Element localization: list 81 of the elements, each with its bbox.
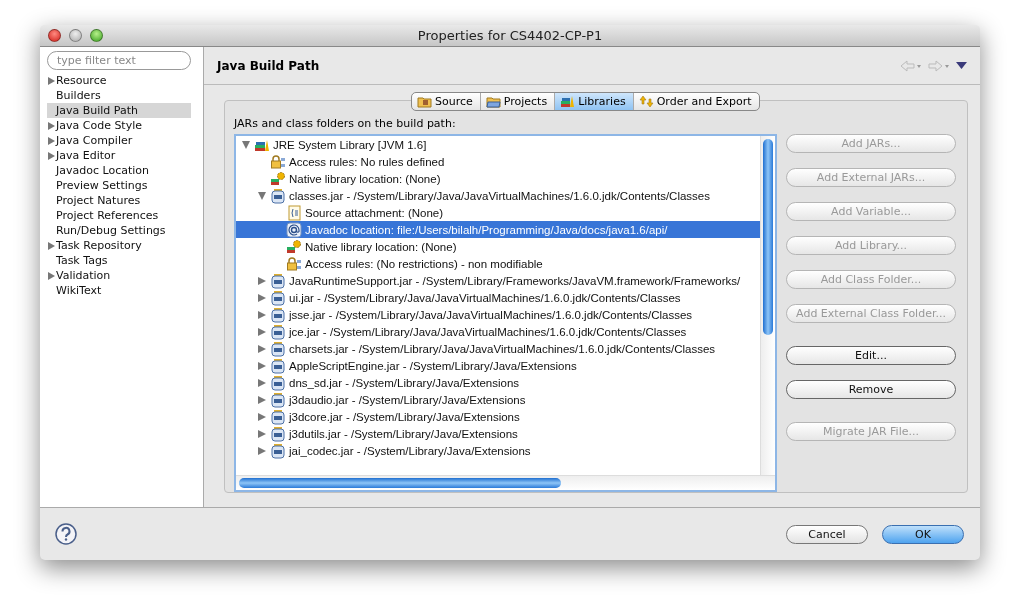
sidebar-item[interactable]: Project Natures — [47, 193, 191, 208]
jar-icon — [270, 391, 286, 408]
tree-row[interactable]: Native library location: (None) — [236, 238, 760, 255]
sidebar-item[interactable]: Task Tags — [47, 253, 191, 268]
tab[interactable]: Source — [412, 93, 480, 110]
tree-row[interactable]: jai_codec.jar - /System/Library/Java/Extensions — [236, 442, 760, 459]
tree-row[interactable]: jsse.jar - /System/Library/Java/JavaVirtualMachines/1.6.0.jdk/Contents/Classes — [236, 306, 760, 323]
expand-triangle-icon[interactable] — [48, 271, 55, 280]
tree-row[interactable]: Access rules: (No restrictions) - non modifiable — [236, 255, 760, 272]
horizontal-scrollbar[interactable] — [236, 475, 775, 490]
expand-triangle-icon[interactable] — [48, 76, 55, 85]
sidebar-item[interactable]: Builders — [47, 88, 191, 103]
tab[interactable]: Libraries — [554, 93, 633, 110]
jar-icon — [270, 340, 286, 357]
dialog-button[interactable]: Cancel — [786, 524, 868, 544]
jar-icon — [270, 272, 286, 289]
tree-row[interactable]: Source attachment: (None) — [236, 204, 760, 221]
tree-row[interactable]: AppleScriptEngine.jar - /System/Library/Java/Extensions — [236, 357, 760, 374]
tree-row[interactable]: Javadoc location: file:/Users/bilalh/Programming/Java/docs/java1.6/api/ — [236, 221, 760, 238]
zoom-button[interactable] — [90, 29, 103, 42]
folder-icon — [485, 95, 501, 108]
expand-triangle-icon[interactable] — [48, 241, 55, 250]
tree-row[interactable]: ui.jar - /System/Library/Java/JavaVirtualMachines/1.6.0.jdk/Contents/Classes — [236, 289, 760, 306]
close-button[interactable] — [48, 29, 61, 42]
tree-row[interactable]: JavaRuntimeSupport.jar - /System/Library/Frameworks/JavaVM.framework/Frameworks/ — [236, 272, 760, 289]
sidebar-item[interactable]: Run/Debug Settings — [47, 223, 191, 238]
tree-row[interactable]: jce.jar - /System/Library/Java/JavaVirtualMachines/1.6.0.jdk/Contents/Classes — [236, 323, 760, 340]
help-icon[interactable] — [55, 523, 77, 545]
tab[interactable]: Order and Export — [632, 93, 759, 110]
sidebar-item[interactable]: Task Repository — [47, 238, 191, 253]
jar-icon — [270, 187, 286, 204]
gear-books-icon — [270, 170, 286, 187]
sidebar-item[interactable]: Java Code Style — [47, 118, 191, 133]
filter-field[interactable]: type filter text — [47, 51, 191, 70]
sidebar-item[interactable]: Project References — [47, 208, 191, 223]
sidebar-item[interactable]: Javadoc Location — [47, 163, 191, 178]
jar-icon — [270, 323, 286, 340]
minimize-button[interactable] — [69, 29, 82, 42]
tree-row[interactable]: j3dutils.jar - /System/Library/Java/Extensions — [236, 425, 760, 442]
sidebar-item[interactable]: Java Editor — [47, 148, 191, 163]
dialog-button[interactable]: OK — [882, 524, 964, 544]
tree-row[interactable]: Native library location: (None) — [236, 170, 760, 187]
sidebar-item[interactable]: Java Build Path — [47, 103, 191, 118]
tab[interactable]: Projects — [479, 93, 555, 110]
jar-icon — [270, 357, 286, 374]
padlock-icon — [270, 153, 286, 170]
package-folder-icon — [417, 95, 432, 108]
sidebar-item[interactable]: Preview Settings — [47, 178, 191, 193]
tree-row[interactable]: JRE System Library [JVM 1.6] — [236, 136, 760, 153]
expand-triangle-icon[interactable] — [48, 151, 55, 160]
tree-row[interactable]: Access rules: No rules defined — [236, 153, 760, 170]
sidebar-item[interactable]: Java Compiler — [47, 133, 191, 148]
jar-icon — [270, 442, 286, 459]
document-icon — [286, 204, 302, 221]
window-title: Properties for CS4402-CP-P1 — [416, 28, 604, 43]
sidebar-item[interactable]: WikiText — [47, 283, 191, 298]
jar-icon — [270, 306, 286, 323]
at-sign-icon — [286, 221, 302, 238]
tree-row[interactable]: dns_sd.jar - /System/Library/Java/Extensions — [236, 374, 760, 391]
gear-books-icon — [286, 238, 302, 255]
tree-row[interactable]: j3daudio.jar - /System/Library/Java/Extensions — [236, 391, 760, 408]
tree-label: JARs and class folders on the build path: — [234, 117, 457, 131]
up-down-arrows-icon — [638, 95, 654, 108]
expand-triangle-icon[interactable] — [48, 136, 55, 145]
tree-row[interactable]: j3dcore.jar - /System/Library/Java/Extensions — [236, 408, 760, 425]
vertical-scrollbar[interactable] — [760, 136, 775, 475]
jar-icon — [270, 425, 286, 442]
padlock-icon — [286, 255, 302, 272]
sidebar-item[interactable]: Resource — [47, 73, 191, 88]
tree-row[interactable]: charsets.jar - /System/Library/Java/JavaVirtualMachines/1.6.0.jdk/Contents/Classes — [236, 340, 760, 357]
expand-triangle-icon[interactable] — [48, 121, 55, 130]
menu-triangle-icon[interactable] — [956, 62, 967, 69]
page-title: Java Build Path — [217, 58, 320, 73]
sidebar-item[interactable]: Validation — [47, 268, 191, 283]
action-button[interactable]: Remove — [786, 380, 956, 399]
action-button[interactable]: Edit... — [786, 346, 956, 365]
jar-icon — [270, 408, 286, 425]
tree-row[interactable]: classes.jar - /System/Library/Java/JavaVirtualMachines/1.6.0.jdk/Contents/Classes — [236, 187, 760, 204]
jar-icon — [270, 374, 286, 391]
books-icon — [560, 95, 576, 108]
jar-icon — [270, 289, 286, 306]
